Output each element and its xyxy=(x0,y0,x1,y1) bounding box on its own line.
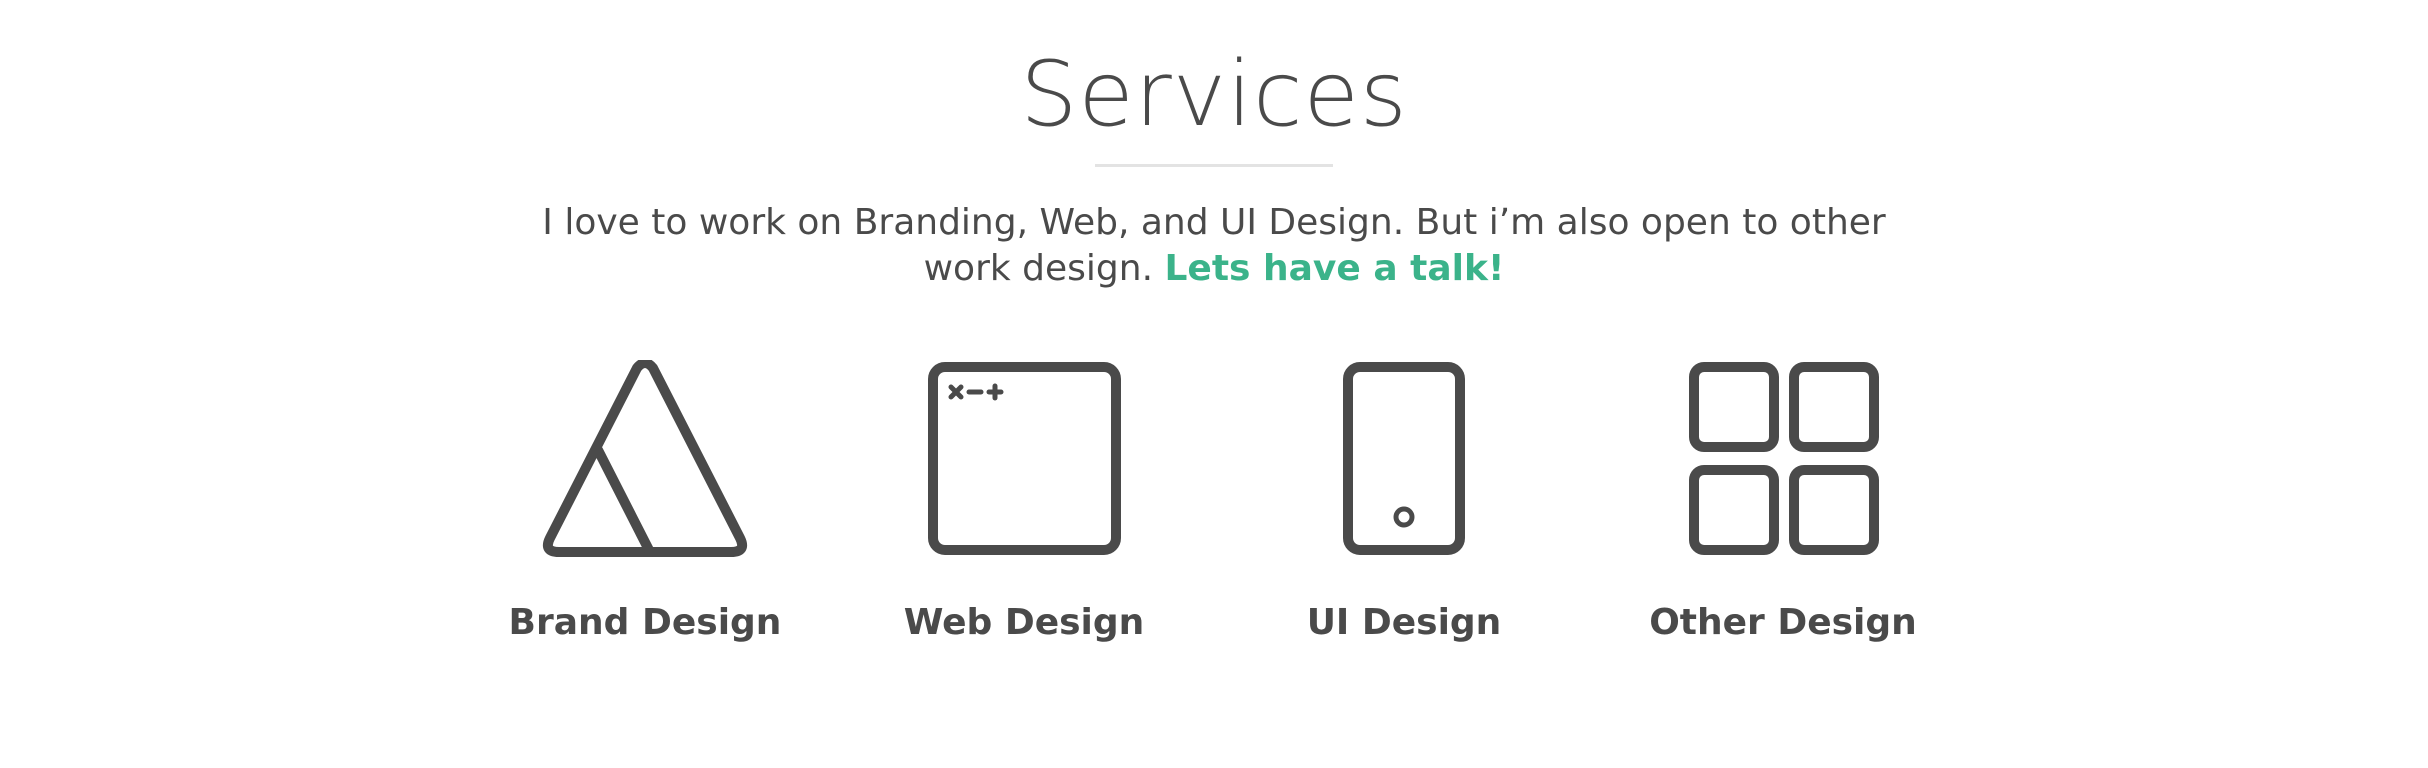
browser-window-icon xyxy=(928,362,1121,555)
grid-four-squares-icon xyxy=(1689,362,1879,555)
services-section: Services I love to work on Branding, Web… xyxy=(0,0,2428,768)
talk-cta-link[interactable]: Lets have a talk! xyxy=(1164,248,1504,289)
section-title: Services xyxy=(1020,42,1408,147)
intro-paragraph: I love to work on Branding, Web, and UI … xyxy=(514,200,1914,292)
service-label: Other Design xyxy=(1649,602,1917,643)
triangle-logo-icon xyxy=(542,360,748,557)
mobile-phone-icon xyxy=(1343,362,1465,555)
service-label: UI Design xyxy=(1306,602,1502,643)
service-label: Brand Design xyxy=(508,602,782,643)
service-label: Web Design xyxy=(903,602,1145,643)
title-divider xyxy=(1095,164,1333,167)
